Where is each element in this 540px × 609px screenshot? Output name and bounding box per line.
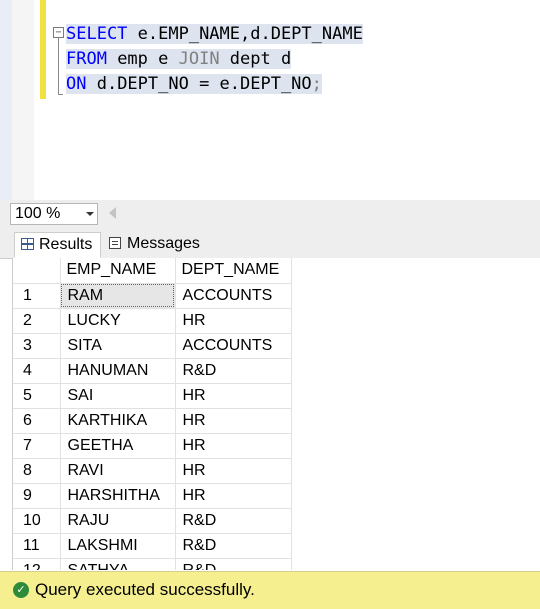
code-text: dept d	[219, 49, 292, 69]
cell-dept-name[interactable]: HR	[175, 383, 292, 409]
table-row[interactable]: 12 SATHYA R&D	[13, 558, 292, 570]
keyword-on: ON	[66, 74, 87, 94]
row-number[interactable]: 11	[13, 533, 61, 559]
code-text: emp e	[106, 49, 179, 69]
column-header-emp-name[interactable]: EMP_NAME	[60, 258, 176, 284]
cell-emp-name[interactable]: SITA	[60, 333, 176, 359]
row-number[interactable]: 1	[13, 283, 61, 309]
table-row[interactable]: 1 RAM ACCOUNTS	[13, 283, 292, 309]
table-row[interactable]: 8 RAVI HR	[13, 458, 292, 484]
query-editor[interactable]: − SELECT e.EMP_NAME,d.DEPT_NAME FROM emp…	[0, 0, 540, 200]
horizontal-scrollbar[interactable]	[122, 203, 540, 225]
row-number[interactable]: 5	[13, 383, 61, 409]
cell-dept-name[interactable]: R&D	[175, 558, 292, 570]
column-header-dept-name[interactable]: DEPT_NAME	[175, 258, 292, 284]
tab-label: Messages	[127, 235, 200, 252]
cell-emp-name[interactable]: RAJU	[60, 508, 176, 534]
results-table: EMP_NAME DEPT_NAME 1 RAM ACCOUNTS 2 LUCKY HR 3…	[13, 258, 292, 570]
cell-emp-name[interactable]: SAI	[60, 383, 176, 409]
keyword-select: SELECT	[66, 24, 128, 44]
check-circle-icon: ✓	[13, 582, 29, 598]
code-text: d.DEPT_NO = e.DEPT_NO	[86, 74, 312, 94]
corner-cell[interactable]	[13, 258, 61, 284]
table-row[interactable]: 4 HANUMAN R&D	[13, 358, 292, 384]
code-line-2[interactable]: FROM emp e JOIN dept d	[66, 47, 292, 71]
cell-dept-name[interactable]: R&D	[175, 358, 292, 384]
cell-dept-name[interactable]: R&D	[175, 508, 292, 534]
cell-dept-name[interactable]: HR	[175, 308, 292, 334]
cell-emp-name[interactable]: SATHYA	[60, 558, 176, 570]
code-line-3[interactable]: ON d.DEPT_NO = e.DEPT_NO;	[66, 72, 322, 96]
messages-icon	[109, 237, 121, 249]
row-number[interactable]: 3	[13, 333, 61, 359]
cell-emp-name[interactable]: LAKSHMI	[60, 533, 176, 559]
tab-results[interactable]: Results	[14, 232, 101, 258]
scroll-left-arrow-icon[interactable]	[109, 207, 116, 219]
cell-dept-name[interactable]: HR	[175, 408, 292, 434]
table-row[interactable]: 10 RAJU R&D	[13, 508, 292, 534]
row-number[interactable]: 6	[13, 408, 61, 434]
table-row[interactable]: 6 KARTHIKA HR	[13, 408, 292, 434]
cell-emp-name[interactable]: RAM	[60, 283, 176, 309]
cell-dept-name[interactable]: HR	[175, 483, 292, 509]
table-row[interactable]: 9 HARSHITHA HR	[13, 483, 292, 509]
zoom-dropdown[interactable]: 100 %	[10, 203, 98, 225]
change-tracking-bar	[40, 0, 46, 99]
code-line-1[interactable]: SELECT e.EMP_NAME,d.DEPT_NAME	[66, 22, 363, 46]
cell-dept-name[interactable]: ACCOUNTS	[175, 283, 292, 309]
cell-dept-name[interactable]: HR	[175, 433, 292, 459]
code-text: e.EMP_NAME,d.DEPT_NAME	[127, 24, 363, 44]
status-bar: ✓ Query executed successfully.	[0, 571, 540, 609]
cell-emp-name[interactable]: RAVI	[60, 458, 176, 484]
tab-messages[interactable]: Messages	[103, 232, 207, 258]
row-number[interactable]: 12	[13, 558, 61, 570]
cell-emp-name[interactable]: KARTHIKA	[60, 408, 176, 434]
cell-dept-name[interactable]: ACCOUNTS	[175, 333, 292, 359]
row-number[interactable]: 2	[13, 308, 61, 334]
cell-emp-name[interactable]: GEETHA	[60, 433, 176, 459]
status-text: Query executed successfully.	[35, 580, 255, 599]
row-number[interactable]: 9	[13, 483, 61, 509]
keyword-join: JOIN	[178, 49, 220, 69]
tab-label: Results	[39, 236, 93, 253]
editor-gutter	[12, 0, 34, 200]
outline-line	[58, 38, 59, 94]
table-row[interactable]: 7 GEETHA HR	[13, 433, 292, 459]
row-number[interactable]: 10	[13, 508, 61, 534]
cell-emp-name[interactable]: HANUMAN	[60, 358, 176, 384]
chevron-down-icon[interactable]	[86, 212, 94, 216]
row-number[interactable]: 4	[13, 358, 61, 384]
table-row[interactable]: 5 SAI HR	[13, 383, 292, 409]
table-row[interactable]: 2 LUCKY HR	[13, 308, 292, 334]
table-row[interactable]: 11 LAKSHMI R&D	[13, 533, 292, 559]
semicolon: ;	[311, 74, 322, 94]
grid-icon	[21, 238, 34, 250]
row-number[interactable]: 7	[13, 433, 61, 459]
zoom-value: 100 %	[15, 205, 61, 222]
cell-dept-name[interactable]: R&D	[175, 533, 292, 559]
results-grid[interactable]: EMP_NAME DEPT_NAME 1 RAM ACCOUNTS 2 LUCKY HR 3…	[12, 258, 540, 570]
cell-emp-name[interactable]: HARSHITHA	[60, 483, 176, 509]
keyword-from: FROM	[66, 49, 107, 69]
table-row[interactable]: 3 SITA ACCOUNTS	[13, 333, 292, 359]
collapse-toggle-icon[interactable]: −	[53, 27, 64, 38]
cell-emp-name[interactable]: LUCKY	[60, 308, 176, 334]
outline-tick	[58, 94, 63, 95]
row-number[interactable]: 8	[13, 458, 61, 484]
header-row: EMP_NAME DEPT_NAME	[13, 258, 292, 284]
cell-dept-name[interactable]: HR	[175, 458, 292, 484]
